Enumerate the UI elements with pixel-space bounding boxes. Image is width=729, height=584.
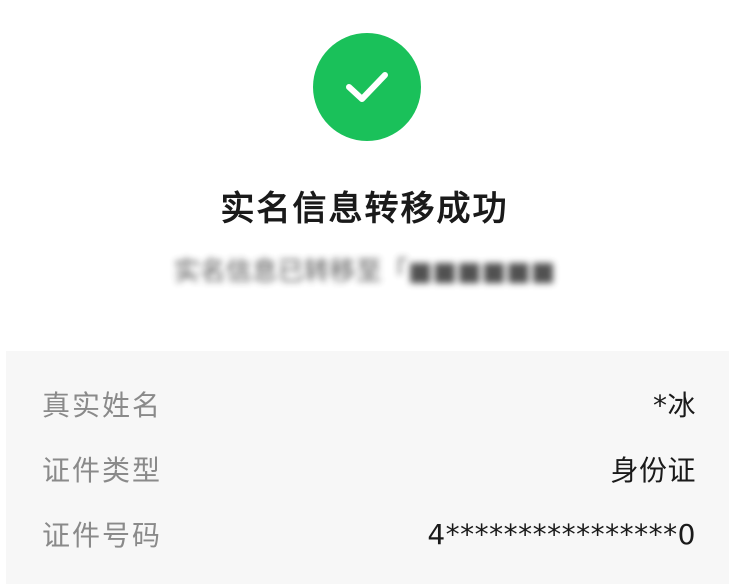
transfer-success-page: 实名信息转移成功 实名信息已转移至「■■■■■■ 真实姓名 *冰 证件类型 身份…: [0, 0, 729, 584]
real-name-label: 真实姓名: [42, 389, 163, 422]
info-row-real-name: 真实姓名 *冰: [42, 380, 696, 428]
success-indicator: [313, 33, 421, 141]
info-row-id-number: 证件号码 4****************0: [42, 510, 696, 558]
checkmark-icon: [346, 72, 388, 102]
real-name-value: *冰: [652, 389, 696, 422]
id-number-value: 4****************0: [427, 517, 696, 551]
identity-info-card: 真实姓名 *冰 证件类型 身份证 证件号码 4****************0: [6, 351, 729, 584]
info-row-id-type: 证件类型 身份证: [42, 445, 696, 493]
id-type-label: 证件类型: [42, 454, 163, 487]
transfer-description: 实名信息已转移至「■■■■■■: [173, 257, 556, 287]
id-type-value: 身份证: [610, 454, 696, 487]
id-number-label: 证件号码: [42, 519, 163, 552]
page-title: 实名信息转移成功: [220, 189, 509, 229]
